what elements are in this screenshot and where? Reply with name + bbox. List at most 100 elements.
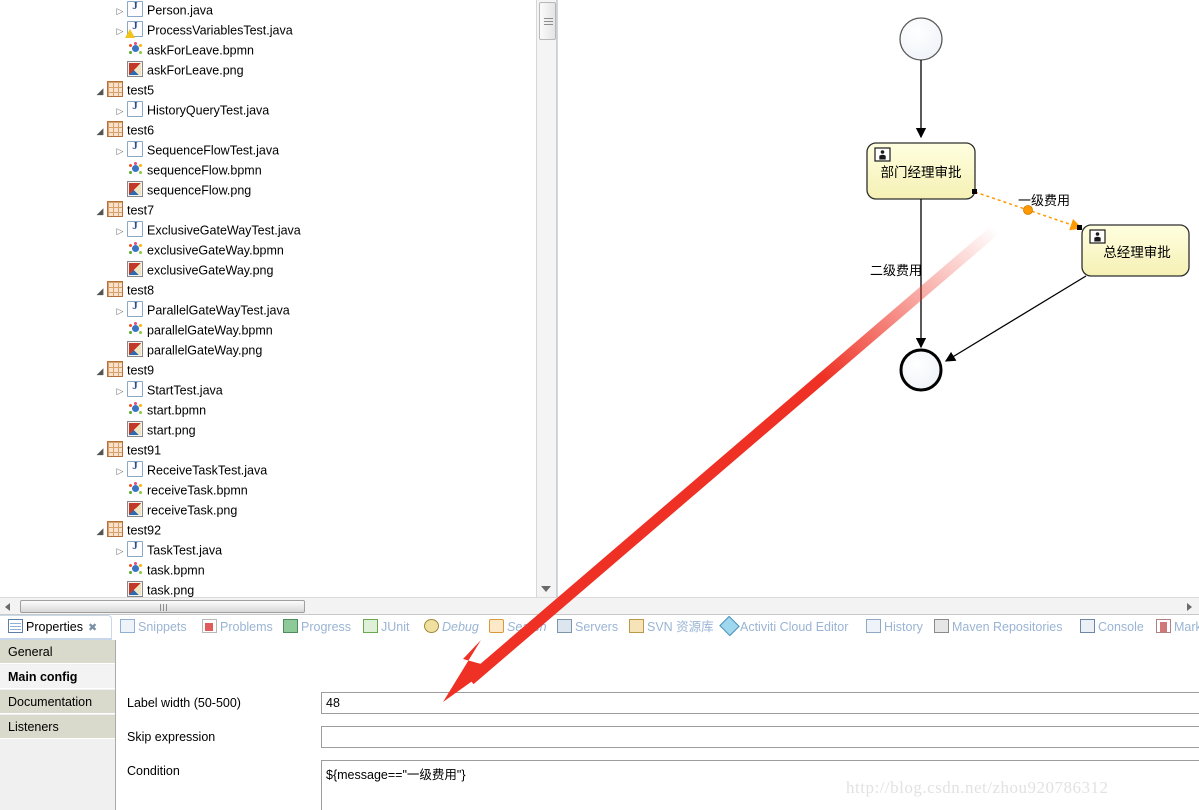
view-tab-maven-repositories[interactable]: Maven Repositories [934,617,1062,638]
view-tab-label: Properties [26,620,83,635]
view-tab-debug[interactable]: Debug [424,617,479,638]
tree-row[interactable]: task.png [0,580,194,597]
view-tab-mark[interactable]: Mark [1156,617,1199,638]
view-tab-console[interactable]: Console [1080,617,1144,638]
tree-row-label: ParallelGateWayTest.java [147,303,290,318]
tree-collapsed-arrow-icon[interactable] [113,1,127,21]
tree-collapsed-arrow-icon[interactable] [113,141,127,161]
tree-row[interactable]: exclusiveGateWay.png [0,260,273,280]
tree-row-label: start.png [147,423,196,438]
label-skip-expression: Skip expression [127,730,216,744]
tree-expanded-arrow-icon[interactable] [93,441,107,461]
bpmn-canvas[interactable] [558,0,1199,597]
view-tab-label: Snippets [138,620,187,635]
tree-row[interactable]: test91 [0,440,161,460]
tree-row[interactable]: ProcessVariablesTest.java [0,20,293,40]
tree-row[interactable]: test8 [0,280,154,300]
tree-expanded-arrow-icon[interactable] [93,81,107,101]
tree-row[interactable]: exclusiveGateWay.bpmn [0,240,284,260]
view-tab-junit[interactable]: JUnit [363,617,409,638]
view-tab-search[interactable]: Search [489,617,547,638]
tree-row-label: receiveTask.png [147,503,238,518]
tree-expanded-arrow-icon[interactable] [93,361,107,381]
png-file-icon [127,341,143,357]
tree-collapsed-arrow-icon[interactable] [113,221,127,241]
tree-row-label: StartTest.java [147,383,223,398]
tree-row[interactable]: task.bpmn [0,560,205,580]
tree-collapsed-arrow-icon[interactable] [113,461,127,481]
properties-tab-documentation[interactable]: Documentation [0,690,115,714]
tree-row[interactable]: test7 [0,200,154,220]
view-tab-history[interactable]: History [866,617,923,638]
tree-row[interactable]: StartTest.java [0,380,223,400]
tree-row[interactable]: receiveTask.bpmn [0,480,248,500]
tree-expanded-arrow-icon[interactable] [93,201,107,221]
input-label-width-50-500[interactable]: 48 [321,692,1199,714]
view-tab-properties[interactable]: Properties ✖ [8,617,97,638]
tree-row[interactable]: start.bpmn [0,400,206,420]
task-label-1: 部门经理审批 [880,165,962,180]
tree-row-label: ProcessVariablesTest.java [147,23,293,38]
properties-tab-list[interactable]: General Main config Documentation Listeners [0,640,116,810]
explorer-vertical-scrollbar[interactable] [536,0,557,597]
explorer-hscroll-thumb[interactable] [20,600,305,613]
tree-row[interactable]: sequenceFlow.bpmn [0,160,262,180]
properties-tab-main-config[interactable]: Main config [0,665,115,689]
view-tab-problems[interactable]: Problems [202,617,273,638]
package-explorer-tree[interactable]: Person.java ProcessVariablesTest.java askF… [0,0,537,597]
tree-expanded-arrow-icon[interactable] [93,281,107,301]
input-skip-expression[interactable] [321,726,1199,748]
tree-row[interactable]: Person.java [0,0,213,20]
explorer-vscroll-thumb[interactable] [539,2,556,40]
close-icon[interactable]: ✖ [88,622,97,634]
view-tab-bar[interactable]: Properties ✖ Snippets Problems Progress JUnit… [0,615,1199,640]
tree-row[interactable]: parallelGateWay.png [0,340,262,360]
tree-row[interactable]: sequenceFlow.png [0,180,251,200]
search-icon [489,619,504,633]
tree-row[interactable]: ExclusiveGateWayTest.java [0,220,301,240]
tree-row-label: test9 [127,363,155,378]
tree-row[interactable]: test9 [0,360,154,380]
tree-collapsed-arrow-icon[interactable] [113,301,127,321]
tree-collapsed-arrow-icon[interactable] [113,101,127,121]
tree-row[interactable]: test5 [0,80,154,100]
view-tab-snippets[interactable]: Snippets [120,617,187,638]
tree-row[interactable]: test92 [0,520,161,540]
tree-row-label: receiveTask.bpmn [147,483,248,498]
view-tab-label: History [884,620,923,635]
activiti-icon [719,615,740,637]
tree-expanded-arrow-icon[interactable] [93,521,107,541]
tree-row[interactable]: SequenceFlowTest.java [0,140,279,160]
package-icon [107,121,123,137]
view-tab-activiti-cloud-editor[interactable]: Activiti Cloud Editor [719,615,848,638]
tree-row[interactable]: askForLeave.bpmn [0,40,254,60]
tree-row[interactable]: start.png [0,420,196,440]
explorer-hscroll-right-arrow[interactable] [1187,603,1192,611]
tree-row[interactable]: ParallelGateWayTest.java [0,300,290,320]
tree-row[interactable]: receiveTask.png [0,500,237,520]
view-tab-servers[interactable]: Servers [557,617,618,638]
tree-row[interactable]: HistoryQueryTest.java [0,100,269,120]
bpmn-file-icon [127,401,143,417]
tree-row-label: task.png [147,583,195,597]
tree-row[interactable]: askForLeave.png [0,60,244,80]
tree-row[interactable]: ReceiveTaskTest.java [0,460,267,480]
tree-row-label: test8 [127,283,155,298]
explorer-vscroll-down-arrow[interactable] [541,586,551,592]
view-tab-progress[interactable]: Progress [283,617,351,638]
tree-collapsed-arrow-icon[interactable] [113,381,127,401]
tree-expanded-arrow-icon[interactable] [93,121,107,141]
bpmn-diagram-editor[interactable]: 一级费用 二级费用 部门经理审批 总经理审批 [558,0,1199,597]
explorer-hscroll-left-arrow[interactable] [5,603,10,611]
tree-collapsed-arrow-icon[interactable] [113,541,127,561]
tree-row[interactable]: TaskTest.java [0,540,222,560]
view-tab-svn[interactable]: SVN 资源库 [629,617,714,638]
explorer-horizontal-scrollbar[interactable] [0,597,1199,615]
properties-tab-listeners[interactable]: Listeners [0,715,115,739]
bpmn-file-icon [127,161,143,177]
tree-row[interactable]: test6 [0,120,154,140]
package-icon [107,361,123,377]
tree-row[interactable]: parallelGateWay.bpmn [0,320,273,340]
view-tab-label: JUnit [381,620,410,635]
properties-tab-general[interactable]: General [0,640,115,664]
